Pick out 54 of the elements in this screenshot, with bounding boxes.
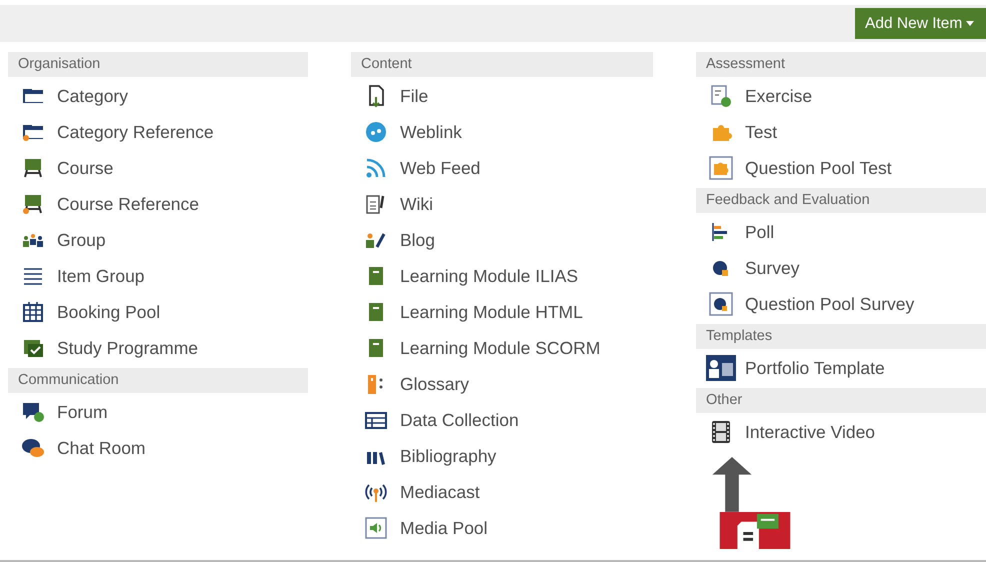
menu-item[interactable]: Question Pool Test xyxy=(696,150,986,186)
profile-card-icon xyxy=(706,354,736,382)
menu-item[interactable]: Study Programme xyxy=(8,330,308,366)
menu-item[interactable]: Question Pool Survey xyxy=(696,286,986,322)
menu-item[interactable]: Learning Module SCORM xyxy=(351,330,653,366)
menu-item[interactable]: Interactive Video xyxy=(696,414,986,450)
calendar-icon xyxy=(21,300,45,324)
easel-icon xyxy=(21,156,45,180)
section-heading: Communication xyxy=(8,368,308,393)
section-heading: Templates xyxy=(696,324,986,349)
menu-item[interactable]: Learning Module HTML xyxy=(351,294,653,330)
section-heading: Assessment xyxy=(696,52,986,77)
easel-icon xyxy=(21,192,45,216)
menu-item[interactable]: Test xyxy=(696,114,986,150)
menu-item[interactable]: Mediacast xyxy=(351,474,653,510)
menu-item[interactable]: Weblink xyxy=(351,114,653,150)
add-new-item-button[interactable]: Add New Item xyxy=(855,8,986,39)
menu-item[interactable]: Chat Room xyxy=(8,430,308,466)
menu-item[interactable]: Poll xyxy=(696,214,986,250)
menu-item[interactable]: Booking Pool xyxy=(8,294,308,330)
menu-item[interactable]: Portfolio Template xyxy=(696,350,986,386)
menu-item[interactable]: Category Reference xyxy=(8,114,308,150)
menu-item[interactable]: File xyxy=(351,78,653,114)
menu-item[interactable]: Group xyxy=(8,222,308,258)
menu-item[interactable]: Course xyxy=(8,150,308,186)
menu-item[interactable]: Data Collection xyxy=(351,402,653,438)
section-heading: Content xyxy=(351,52,653,77)
puzzle-icon xyxy=(709,156,733,180)
menu-item[interactable]: Glossary xyxy=(351,366,653,402)
speaker-icon xyxy=(364,516,388,540)
menu-item[interactable]: Web Feed xyxy=(351,150,653,186)
menu-item[interactable]: Survey xyxy=(696,250,986,286)
chat-bubble-icon xyxy=(21,436,45,460)
section-heading: Feedback and Evaluation xyxy=(696,188,986,213)
menu-item[interactable]: Forum xyxy=(8,394,308,430)
survey-icon xyxy=(709,292,733,316)
assignment-icon xyxy=(709,84,733,108)
menu-item[interactable]: Exercise xyxy=(696,78,986,114)
section-heading: Other xyxy=(696,388,986,413)
menu-item[interactable]: Media Pool xyxy=(351,510,653,546)
menu-item[interactable]: Wiki xyxy=(351,186,653,222)
menu-item[interactable]: Course Reference xyxy=(8,186,308,222)
menu-item[interactable]: Learning Module ILIAS xyxy=(351,258,653,294)
menu-item[interactable]: Blog xyxy=(351,222,653,258)
globe-icon xyxy=(364,120,388,144)
caret-icon xyxy=(966,20,974,26)
film-icon xyxy=(709,420,733,444)
menu-item[interactable]: Bibliography xyxy=(351,438,653,474)
rss-icon xyxy=(364,156,388,180)
chat-bubble-icon xyxy=(21,400,45,424)
menu-item[interactable]: Category xyxy=(8,78,308,114)
section-heading: Organisation xyxy=(8,52,308,77)
menu-item[interactable]: Item Group xyxy=(8,258,308,294)
up-arrow-icon xyxy=(711,457,753,512)
